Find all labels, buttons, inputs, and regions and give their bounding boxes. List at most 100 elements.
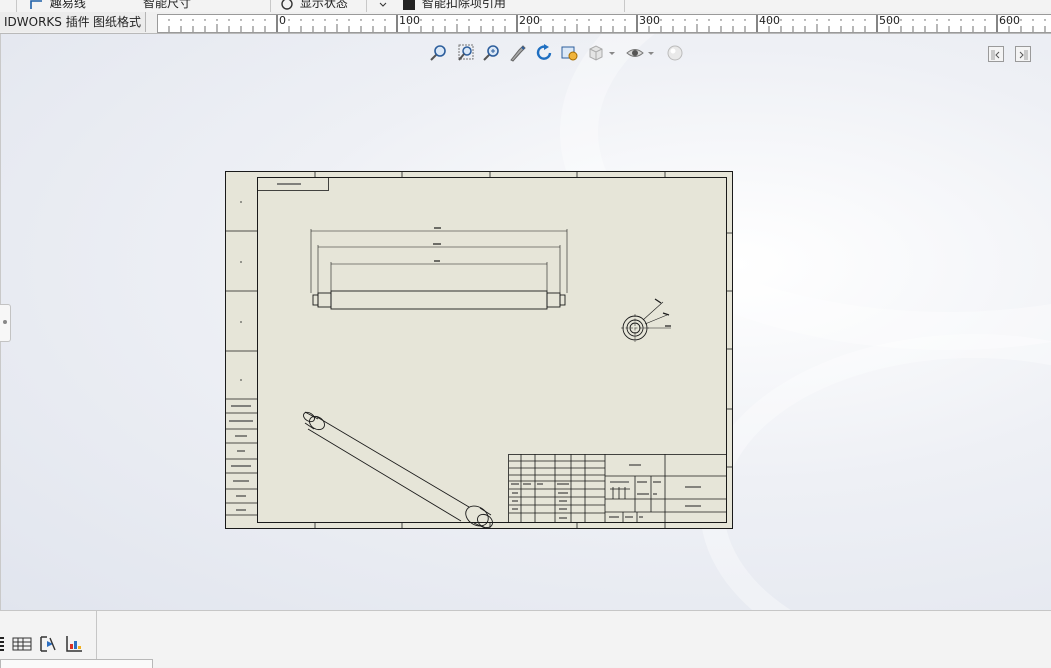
pan-icon[interactable] — [507, 42, 529, 64]
tab-bar: IDWORKS 插件 图纸格式 0 100 200 300 400 500 600 — [0, 12, 1051, 34]
ruler-dot — [1020, 19, 1022, 21]
toolbar-separator — [270, 0, 271, 12]
collapse-left-button[interactable] — [988, 46, 1004, 62]
chevron-down-icon[interactable] — [607, 42, 617, 64]
drawing-sheet[interactable] — [225, 171, 733, 529]
ruler-dot — [1032, 19, 1034, 21]
ruler-dot — [912, 19, 914, 21]
ruler-dot — [264, 19, 266, 21]
ruler-dot — [180, 19, 182, 21]
reference-button[interactable]: 智能扣除项引用 — [400, 0, 506, 12]
rotate-icon[interactable] — [533, 42, 555, 64]
chevron-down-icon — [379, 2, 387, 7]
table-icon[interactable] — [12, 634, 32, 654]
ruler-dot — [168, 19, 170, 21]
ruler-dot — [624, 19, 626, 21]
ruler-dot — [372, 19, 374, 21]
ruler-dot — [732, 19, 734, 21]
ruler-dot — [816, 19, 818, 21]
configuration-icon[interactable] — [38, 634, 58, 654]
ruler-dot — [900, 19, 902, 21]
ruler-dot — [192, 19, 194, 21]
zoom-to-fit-icon[interactable] — [428, 42, 450, 64]
display-manager-icon[interactable] — [64, 634, 84, 654]
sketch-line-button[interactable]: 趣易线 — [28, 0, 86, 12]
ruler-dot — [708, 19, 710, 21]
ruler-dot — [828, 19, 830, 21]
ruler-dot — [924, 19, 926, 21]
ruler-dot — [792, 19, 794, 21]
ruler-dot — [1044, 19, 1046, 21]
sheet-tools — [0, 611, 97, 659]
ruler-dot — [300, 19, 302, 21]
previous-view-icon[interactable] — [559, 42, 581, 64]
ruler-dot — [456, 19, 458, 21]
sheet-outline — [225, 171, 733, 529]
ruler-dot — [216, 19, 218, 21]
tab-addins[interactable]: IDWORKS 插件 — [0, 12, 95, 32]
horizontal-ruler: 0 100 200 300 400 500 600 — [157, 14, 1051, 33]
tab-addins-label: IDWORKS 插件 — [4, 15, 90, 29]
ruler-dot — [588, 19, 590, 21]
ruler-dot — [540, 19, 542, 21]
hide-show-items-icon[interactable] — [624, 42, 646, 64]
graphics-area[interactable] — [0, 34, 1051, 610]
chevron-down-icon[interactable] — [646, 42, 656, 64]
ruler-dot — [744, 19, 746, 21]
collapse-right-button[interactable] — [1015, 46, 1031, 62]
ruler-dot — [336, 19, 338, 21]
sheet-tab[interactable] — [0, 659, 153, 668]
ruler-dot — [852, 19, 854, 21]
ruler-dot — [384, 19, 386, 21]
dropdown-arrow[interactable] — [378, 0, 388, 12]
zoom-in-out-icon[interactable] — [481, 42, 503, 64]
toolbar-separator — [366, 0, 367, 12]
magnifier-icon — [281, 0, 293, 10]
ruler-label: 300 — [639, 15, 660, 27]
display-state-button[interactable]: 显示状态 — [278, 0, 348, 12]
ruler-dot — [600, 19, 602, 21]
ruler-label: 0 — [279, 15, 286, 27]
ruler-dot — [684, 19, 686, 21]
bottom-panel — [0, 610, 1051, 668]
ruler-label: 600 — [999, 15, 1020, 27]
ruler-dot — [492, 19, 494, 21]
ruler-dot — [660, 19, 662, 21]
ruler-dot — [804, 19, 806, 21]
ruler-dot — [720, 19, 722, 21]
ruler-label: 200 — [519, 15, 540, 27]
reference-icon — [403, 0, 415, 10]
tab-sheet-format-label: 图纸格式 — [93, 15, 142, 29]
ruler-dot — [948, 19, 950, 21]
ruler-label: 400 — [759, 15, 780, 27]
appearance-icon[interactable] — [664, 42, 686, 64]
display-style-icon[interactable] — [585, 42, 607, 64]
ruler-dot — [984, 19, 986, 21]
ruler-dot — [576, 19, 578, 21]
ruler-dot — [420, 19, 422, 21]
reference-label: 智能扣除项引用 — [421, 0, 506, 10]
ruler-dot — [840, 19, 842, 21]
line-icon — [30, 0, 42, 9]
toolbar-separator — [16, 0, 17, 12]
ruler-dot — [312, 19, 314, 21]
display-state-label: 显示状态 — [299, 0, 348, 10]
feature-manager-toggle[interactable] — [0, 304, 11, 342]
ruler-dot — [696, 19, 698, 21]
ruler-dot — [480, 19, 482, 21]
ruler-dot — [780, 19, 782, 21]
chevron-right-icon — [1019, 50, 1028, 60]
ruler-ticks: 0 100 200 300 400 500 600 — [168, 15, 1046, 32]
ruler-dot — [204, 19, 206, 21]
toolbar-separator — [624, 0, 625, 12]
drawing-sheet-graphics — [225, 171, 733, 529]
ruler-dot — [288, 19, 290, 21]
tab-sheet-format[interactable]: 图纸格式 — [89, 12, 147, 32]
ruler-dot — [468, 19, 470, 21]
ruler-dot — [936, 19, 938, 21]
ruler-dot — [240, 19, 242, 21]
ruler-dot — [972, 19, 974, 21]
ruler-dot — [672, 19, 674, 21]
zoom-to-area-icon[interactable] — [455, 42, 477, 64]
smart-dimension-button[interactable]: 智能尺寸 — [143, 0, 191, 12]
